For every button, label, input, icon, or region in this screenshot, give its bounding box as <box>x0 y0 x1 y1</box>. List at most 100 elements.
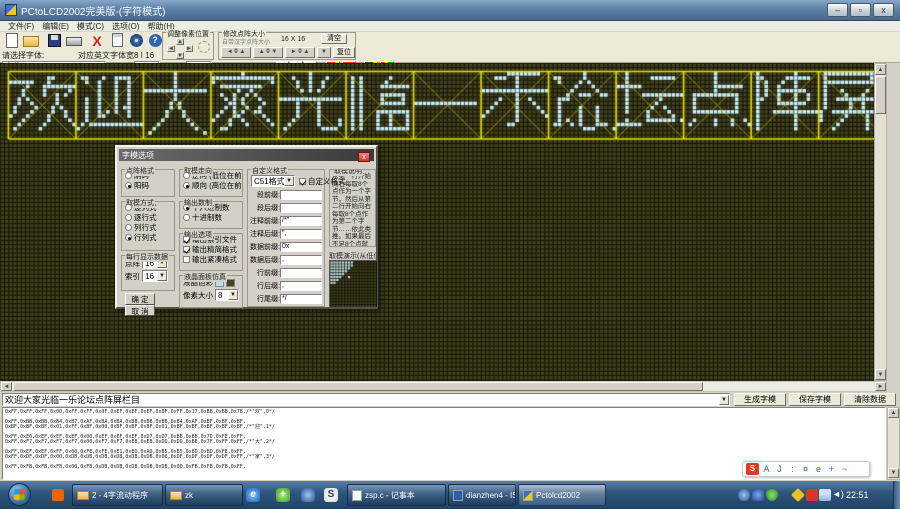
save-font-button[interactable]: 保存字模 <box>789 393 841 406</box>
radio-row-scan[interactable]: 逐行式 <box>125 213 174 222</box>
scroll-left-icon[interactable]: ◄ <box>1 382 12 391</box>
maximize-button[interactable]: ▫ <box>850 3 871 17</box>
dialog-close-button[interactable]: x <box>358 152 370 162</box>
generate-font-button[interactable]: 生成字模 <box>734 393 786 406</box>
line-prefix-input[interactable] <box>280 268 322 278</box>
dot-format-group: 点阵格式 阴码 阳码 <box>121 169 175 197</box>
delete-icon[interactable]: X <box>88 33 106 49</box>
taskbar-clock[interactable]: 22:51 <box>846 490 869 500</box>
arrow-left-icon[interactable]: ◄ <box>167 45 175 52</box>
checkbox-simplified[interactable]: 输出精简格式 <box>183 245 242 254</box>
cancel-button[interactable]: 取 消 <box>125 305 155 316</box>
arrow-right-icon[interactable]: ► <box>185 45 193 52</box>
menu-edit[interactable]: 编辑(E) <box>42 21 69 32</box>
output-vertical-scrollbar[interactable]: ▲ ▼ <box>887 407 900 480</box>
network-icon[interactable] <box>819 489 831 501</box>
menu-mode[interactable]: 模式(C) <box>77 21 104 32</box>
data-prefix-input[interactable]: 0x <box>280 242 322 252</box>
punctuation-icon[interactable]: : <box>786 463 799 475</box>
arrow-up-icon[interactable]: ▲ <box>176 38 184 45</box>
format-combobox[interactable]: C51格式▼ <box>251 175 295 187</box>
spin-left[interactable]: ◄ 0 ▲ <box>221 47 251 58</box>
reset-button[interactable]: 复位 <box>333 47 355 58</box>
radio-row-column[interactable]: 行列式 <box>125 233 174 242</box>
tray-blue-icon[interactable] <box>752 489 764 501</box>
tray-flag-icon[interactable] <box>806 489 818 501</box>
moon-icon[interactable]: J <box>773 463 786 475</box>
open-file-icon[interactable] <box>23 33 41 49</box>
demo-matrix-canvas <box>329 260 378 308</box>
start-button[interactable] <box>8 483 31 506</box>
tray-ball-icon[interactable] <box>738 489 750 501</box>
clear-canvas-button[interactable]: 清空 <box>321 34 347 44</box>
font-options-dialog: 字模选项 x 点阵格式 阴码 阳码 取模方式 逐列式 逐行式 列行式 行列式 每… <box>115 145 378 309</box>
spin-up[interactable]: ▲ 0 ▼ <box>253 47 283 58</box>
ie-icon[interactable]: e <box>246 488 260 502</box>
comment-prefix-input[interactable]: /*" <box>280 216 322 226</box>
tray-shield-icon[interactable] <box>766 489 778 501</box>
taskbar-button-isis[interactable]: dianzhen4 - ISIS Pr... <box>448 484 516 506</box>
save-icon[interactable] <box>45 33 63 49</box>
checkbox-compact[interactable]: 输出紧凑格式 <box>183 255 242 264</box>
ok-button[interactable]: 确 定 <box>125 293 155 305</box>
settings-gear-icon[interactable] <box>127 33 145 49</box>
index-per-line: 索引 16▼ <box>125 270 174 282</box>
show-desktop-button[interactable] <box>893 481 900 509</box>
scroll-thumb[interactable] <box>875 76 886 114</box>
menu-options[interactable]: 选项(O) <box>112 21 140 32</box>
crosshair-icon[interactable] <box>198 41 210 53</box>
font-mode-icon[interactable]: A <box>760 463 773 475</box>
lcd-color-swatch-2[interactable] <box>226 279 235 287</box>
skin-icon[interactable]: + <box>825 463 838 475</box>
clear-data-button[interactable]: 清除数据 <box>844 393 896 406</box>
pinned-app-icon[interactable] <box>52 489 64 501</box>
text-input-combobox[interactable]: 欢迎大家光临一乐论坛点阵屏栏目 ▼ <box>2 393 730 406</box>
chevron-down-icon[interactable]: ▼ <box>719 395 729 405</box>
menu-file[interactable]: 文件(F) <box>8 21 34 32</box>
scroll-right-icon[interactable]: ► <box>875 382 886 391</box>
segment-prefix-input[interactable] <box>280 190 322 200</box>
canvas-vertical-scrollbar[interactable]: ▲ ▼ <box>874 63 887 381</box>
radio-column-row[interactable]: 列行式 <box>125 223 174 232</box>
radio-decimal[interactable]: 十进制数 <box>183 213 242 222</box>
scroll-up-icon[interactable]: ▲ <box>875 64 886 75</box>
scroll-down-icon[interactable]: ▼ <box>888 468 899 478</box>
keyboard-icon[interactable]: ¤ <box>799 463 812 475</box>
spin-down[interactable]: ▼ <box>317 47 331 58</box>
scroll-thumb[interactable] <box>13 382 703 391</box>
line-suffix-input[interactable]: , <box>280 281 322 291</box>
speaker-icon[interactable]: ◄) <box>832 489 844 501</box>
minimize-button[interactable]: – <box>827 3 848 17</box>
pixel-size-combobox[interactable]: 8▼ <box>215 289 239 301</box>
line-end-input[interactable]: */ <box>280 294 322 304</box>
radio-forward[interactable]: 顺向 (高位在前 <box>183 181 242 190</box>
arrow-down-icon[interactable]: ▼ <box>176 52 184 59</box>
per-line-group: 每行显示数据 点阵 16▼ 索引 16▼ <box>121 255 175 291</box>
wrench-icon[interactable]: ~ <box>838 463 851 475</box>
canvas-horizontal-scrollbar[interactable]: ◄ ► <box>0 381 887 392</box>
radio-yang[interactable]: 阳码 <box>125 181 174 190</box>
taskbar-button-folder1[interactable]: 2 - 4字流动程序 <box>72 484 163 506</box>
new-file-icon[interactable] <box>3 33 21 49</box>
scroll-down-icon[interactable]: ▼ <box>875 369 886 380</box>
data-suffix-input[interactable]: , <box>280 255 322 265</box>
taskbar-button-notepad[interactable]: zsp.c - 记事本 <box>347 484 446 506</box>
index-per-line-combobox[interactable]: 16▼ <box>142 270 168 282</box>
scroll-up-icon[interactable]: ▲ <box>888 408 899 418</box>
notes-icon[interactable] <box>108 33 126 49</box>
skype-icon[interactable]: S <box>324 488 338 502</box>
taskbar-button-pctolcd[interactable]: Pctolcd2002 <box>518 484 606 506</box>
spin-right[interactable]: ► 0 ▲ <box>285 47 315 58</box>
taskbar-button-folder2[interactable]: zk <box>165 484 243 506</box>
profile-icon[interactable]: e <box>812 463 825 475</box>
tray-warning-icon[interactable] <box>791 488 805 502</box>
sogou-logo-icon[interactable]: S <box>746 463 759 475</box>
dialog-titlebar[interactable]: 字模选项 x <box>119 149 374 161</box>
output-row: 欢迎大家光临一乐论坛点阵屏栏目 ▼ 生成字模 保存字模 清除数据 <box>0 392 900 407</box>
comment-suffix-input[interactable]: ", <box>280 229 322 239</box>
close-button[interactable]: x <box>873 3 894 17</box>
segment-suffix-input[interactable] <box>280 203 322 213</box>
print-icon[interactable] <box>66 33 84 49</box>
green-app-icon[interactable]: + <box>276 488 290 502</box>
browser-ball-icon[interactable] <box>301 488 315 502</box>
